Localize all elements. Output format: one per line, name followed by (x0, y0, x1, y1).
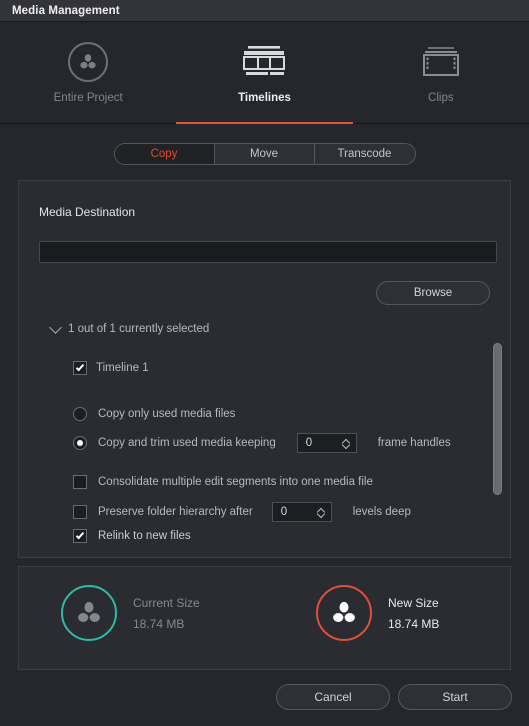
film-strip-icon (420, 40, 462, 84)
title-bar: Media Management (0, 0, 529, 22)
current-size-item: Current Size 18.74 MB (61, 585, 200, 641)
radio-row-copy-and-trim[interactable]: Copy and trim used media keeping 0 frame… (73, 433, 451, 453)
radio-row-copy-only-used[interactable]: Copy only used media files (73, 407, 235, 421)
timeline-list-item[interactable]: Timeline 1 (73, 361, 149, 375)
timeline-tracks-icon (241, 40, 287, 84)
new-size-item: New Size 18.74 MB (316, 585, 439, 641)
relink-checkbox[interactable] (73, 529, 87, 543)
segment-copy[interactable]: Copy (114, 144, 215, 164)
stepper-arrows-icon[interactable] (318, 508, 325, 517)
media-destination-title: Media Destination (39, 205, 136, 219)
timeline-1-label: Timeline 1 (96, 362, 149, 374)
cancel-button[interactable]: Cancel (276, 684, 390, 710)
segment-transcode[interactable]: Transcode (314, 144, 415, 164)
consolidate-checkbox[interactable] (73, 475, 87, 489)
mode-label-clips: Clips (428, 92, 454, 104)
operation-segmented-control: Copy Move Transcode (0, 124, 529, 165)
consolidate-label: Consolidate multiple edit segments into … (98, 476, 373, 488)
current-size-value: 18.74 MB (133, 616, 185, 631)
mode-nav: Entire Project Timelines Clips (0, 22, 529, 124)
selection-summary: 1 out of 1 currently selected (68, 323, 210, 335)
copy-only-used-label: Copy only used media files (98, 408, 236, 420)
mode-tab-clips[interactable]: Clips (353, 22, 529, 124)
frame-handles-suffix: frame handles (377, 437, 451, 449)
preserve-hierarchy-label: Preserve folder hierarchy after (98, 506, 253, 518)
new-size-logo-icon (316, 585, 372, 641)
mode-tab-timelines[interactable]: Timelines (176, 22, 353, 124)
start-button[interactable]: Start (398, 684, 512, 710)
preserve-hierarchy-checkbox[interactable] (73, 505, 87, 519)
frame-handles-value: 0 (305, 437, 313, 449)
resolve-logo-icon (68, 40, 109, 84)
current-size-logo-icon (61, 585, 117, 641)
preserve-hierarchy-row[interactable]: Preserve folder hierarchy after 0 levels… (73, 502, 411, 522)
options-panel: Media Destination Browse 1 out of 1 curr… (18, 180, 511, 558)
chevron-down-icon (49, 320, 62, 334)
copy-only-used-radio[interactable] (73, 407, 87, 421)
media-management-dialog: Media Management Entire Project Timeline… (0, 0, 529, 726)
copy-and-trim-label: Copy and trim used media keeping (98, 437, 276, 449)
selection-disclosure[interactable]: 1 out of 1 currently selected (49, 320, 210, 335)
options-scrollbar[interactable] (493, 343, 502, 495)
frame-handles-stepper[interactable]: 0 (296, 433, 357, 453)
mode-label-entire-project: Entire Project (53, 92, 123, 104)
size-summary-panel: Current Size 18.74 MB New Size 18.74 MB (18, 566, 511, 670)
mode-tab-entire-project[interactable]: Entire Project (0, 22, 176, 124)
timeline-1-checkbox[interactable] (73, 361, 87, 375)
stepper-arrows-icon[interactable] (343, 439, 350, 448)
copy-and-trim-radio[interactable] (73, 436, 87, 450)
consolidate-row[interactable]: Consolidate multiple edit segments into … (73, 475, 373, 489)
levels-deep-stepper[interactable]: 0 (271, 502, 332, 522)
segment-move[interactable]: Move (214, 144, 315, 164)
mode-label-timelines: Timelines (238, 92, 291, 104)
new-size-value: 18.74 MB (388, 616, 440, 631)
browse-button[interactable]: Browse (376, 281, 490, 305)
new-size-label: New Size (388, 595, 439, 610)
scrollbar-thumb[interactable] (493, 343, 502, 495)
levels-deep-suffix: levels deep (352, 506, 411, 518)
relink-label: Relink to new files (98, 530, 191, 542)
window-title: Media Management (12, 4, 120, 17)
dialog-footer: Cancel Start (0, 670, 529, 726)
levels-deep-value: 0 (280, 506, 288, 518)
current-size-label: Current Size (133, 595, 200, 610)
relink-row[interactable]: Relink to new files (73, 529, 191, 543)
media-destination-input[interactable] (39, 241, 497, 263)
